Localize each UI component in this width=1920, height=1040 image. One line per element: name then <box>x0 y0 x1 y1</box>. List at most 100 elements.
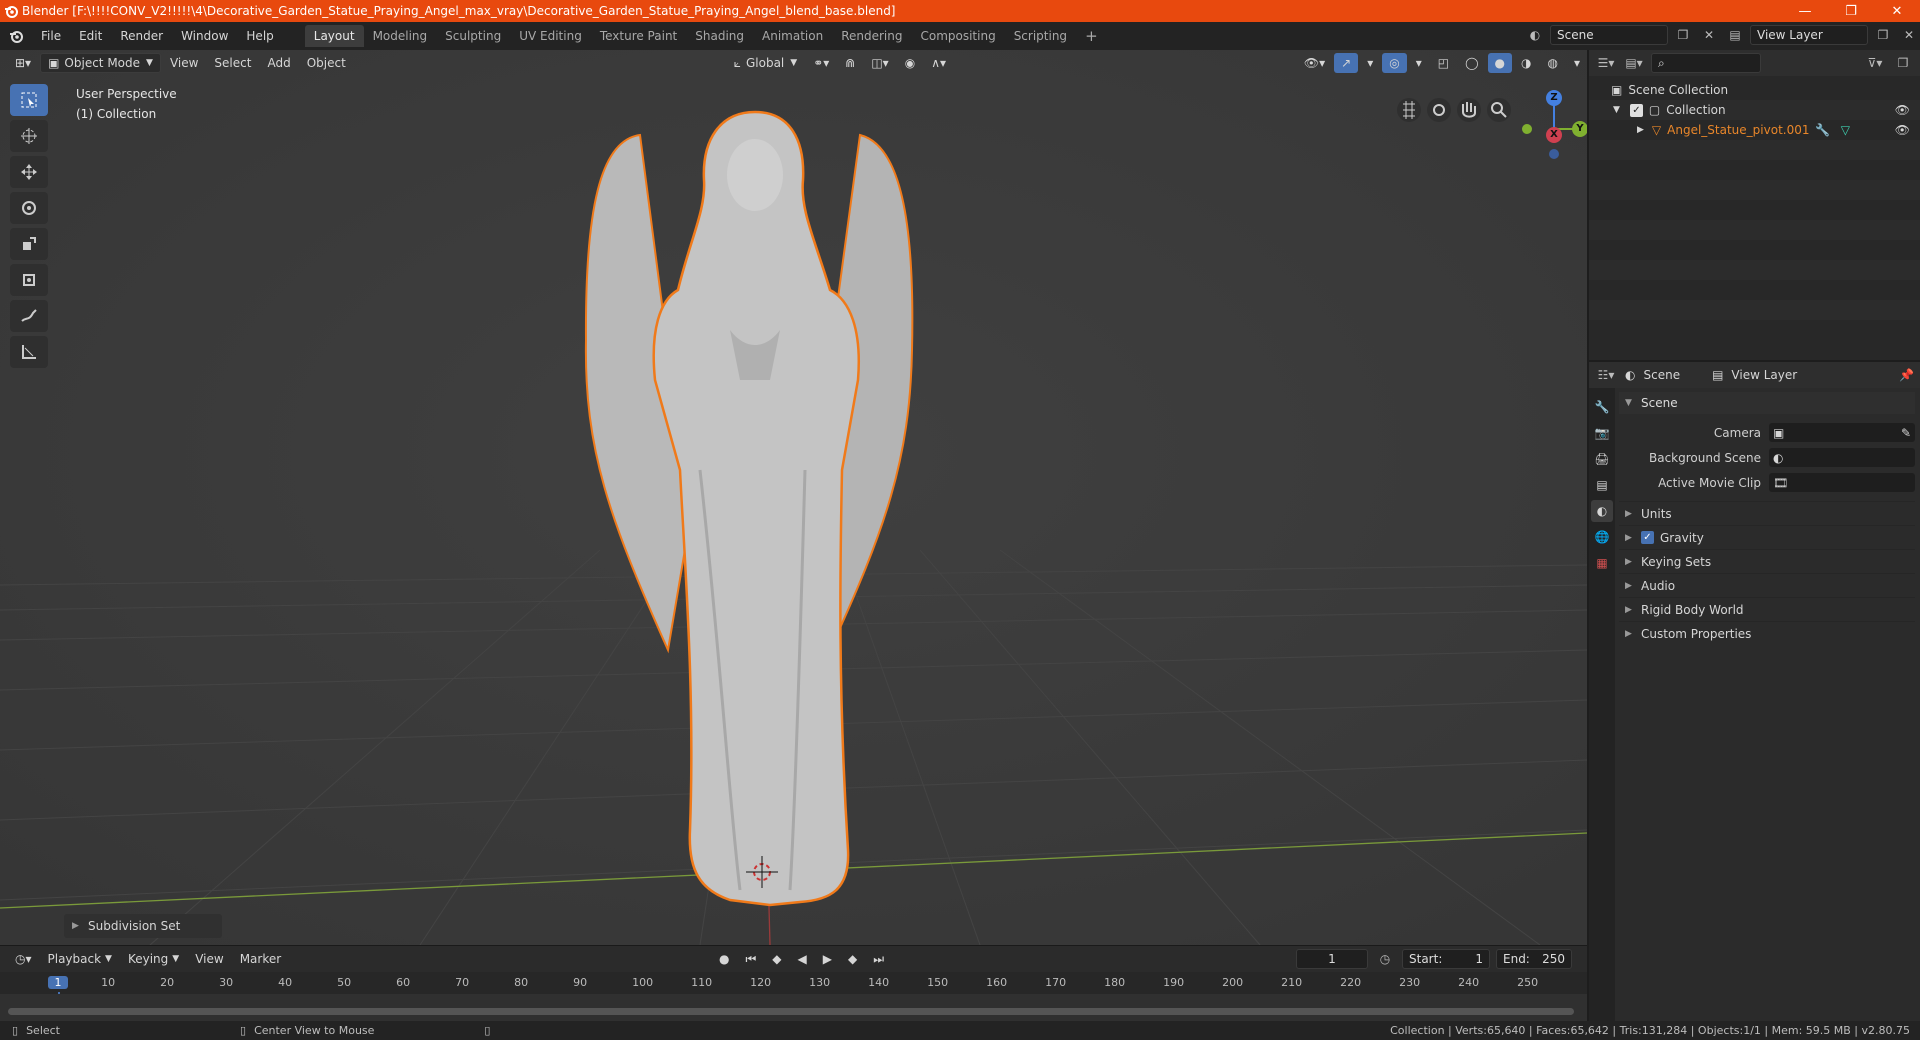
orientation-selector[interactable]: ⟀ Global ▼ <box>727 53 804 73</box>
end-frame-field[interactable]: End: 250 <box>1496 949 1572 969</box>
close-button[interactable]: ✕ <box>1874 0 1920 22</box>
jump-start-icon[interactable]: ⏮ <box>738 949 763 969</box>
filter-icon[interactable]: ⊽▾ <box>1864 53 1886 73</box>
jump-end-icon[interactable]: ⏭ <box>866 949 891 969</box>
new-collection-icon[interactable]: ❐ <box>1892 53 1914 73</box>
gizmo-menu-icon[interactable]: ▾ <box>1360 53 1380 73</box>
new-view-layer-icon[interactable]: ❐ <box>1872 25 1894 45</box>
transform-tool-icon[interactable] <box>10 264 48 296</box>
current-frame-marker[interactable]: 1 <box>48 976 68 989</box>
background-scene-field[interactable]: ◐ <box>1769 448 1915 467</box>
camera-field[interactable]: ▣ ✎ <box>1769 423 1915 442</box>
tab-rendering[interactable]: Rendering <box>832 25 911 47</box>
minimize-button[interactable]: — <box>1782 0 1828 22</box>
collection-checkbox[interactable]: ✓ <box>1629 103 1643 117</box>
gravity-panel[interactable]: ▶ ✓ Gravity <box>1619 525 1915 549</box>
cursor-tool-icon[interactable] <box>10 120 48 152</box>
new-scene-icon[interactable]: ❐ <box>1672 25 1694 45</box>
play-reverse-icon[interactable]: ◀ <box>791 949 814 969</box>
eye-icon[interactable]: 👁 <box>1895 123 1910 137</box>
select-box-tool-icon[interactable] <box>10 84 48 116</box>
eyedropper-icon[interactable]: ✎ <box>1901 426 1911 440</box>
scene-panel-header[interactable]: ▼ Scene <box>1619 392 1915 414</box>
wireframe-shading-icon[interactable]: ◯ <box>1458 53 1485 73</box>
view-layer-tab-icon[interactable]: ▤ <box>1591 474 1613 496</box>
menu-file[interactable]: File <box>32 25 70 47</box>
gizmo-y-axis[interactable]: Y <box>1572 121 1587 137</box>
world-tab-icon[interactable]: 🌐 <box>1591 526 1613 548</box>
3d-viewport[interactable]: ⊞▾ ▣ Object Mode ▼ View Select Add Objec… <box>0 50 1587 945</box>
menu-add[interactable]: Add <box>260 53 297 73</box>
snap-target-icon[interactable]: ◫▾ <box>864 53 895 73</box>
mode-selector[interactable]: ▣ Object Mode ▼ <box>40 53 161 73</box>
scene-type-icon[interactable]: ◐ <box>1524 25 1546 45</box>
gravity-checkbox[interactable]: ✓ <box>1641 531 1654 544</box>
keying-sets-panel[interactable]: ▶ Keying Sets <box>1619 549 1915 573</box>
play-icon[interactable]: ▶ <box>816 949 839 969</box>
menu-window[interactable]: Window <box>172 25 237 47</box>
timeline-ruler[interactable]: 1 10 20 30 40 50 60 70 80 90 100 110 120 130 140 150 160… <box>0 972 1587 1022</box>
texture-tab-icon[interactable]: ▦ <box>1591 552 1613 574</box>
tab-uv-editing[interactable]: UV Editing <box>510 25 591 47</box>
measure-tool-icon[interactable] <box>10 336 48 368</box>
shading-menu-icon[interactable]: ▾ <box>1567 53 1587 73</box>
solid-shading-icon[interactable]: ● <box>1487 53 1512 73</box>
active-movie-clip-field[interactable]: 🎞 <box>1769 473 1915 492</box>
move-tool-icon[interactable] <box>10 156 48 188</box>
tab-texture-paint[interactable]: Texture Paint <box>591 25 686 47</box>
menu-timeline-view[interactable]: View <box>188 949 230 969</box>
outliner-editor-type-icon[interactable]: ☰▾ <box>1595 53 1617 73</box>
mesh-data-icon[interactable]: ▽ <box>1841 123 1850 137</box>
xray-toggle-icon[interactable]: ◰ <box>1431 53 1456 73</box>
material-shading-icon[interactable]: ◑ <box>1514 53 1538 73</box>
menu-help[interactable]: Help <box>237 25 282 47</box>
record-icon[interactable]: ● <box>712 949 736 969</box>
properties-editor-type-icon[interactable]: ☷▾ <box>1595 365 1617 385</box>
tab-shading[interactable]: Shading <box>686 25 753 47</box>
view-layer-type-icon[interactable]: ▤ <box>1724 25 1746 45</box>
menu-playback[interactable]: Playback ▼ <box>41 949 119 969</box>
add-workspace-button[interactable]: + <box>1076 25 1107 47</box>
gizmo-toggle-icon[interactable]: ↗ <box>1334 53 1359 73</box>
delete-view-layer-icon[interactable]: ✕ <box>1898 25 1920 45</box>
jump-keyframe-forward-icon[interactable]: ◆ <box>841 949 864 969</box>
rigid-body-world-panel[interactable]: ▶ Rigid Body World <box>1619 597 1915 621</box>
scale-tool-icon[interactable] <box>10 228 48 260</box>
output-tab-icon[interactable]: 🖨 <box>1591 448 1613 470</box>
eye-icon[interactable]: 👁 <box>1895 103 1910 117</box>
current-frame-field[interactable]: 1 <box>1296 949 1368 969</box>
tab-layout[interactable]: Layout <box>304 25 364 47</box>
expand-triangle-icon[interactable]: ▶ <box>1637 125 1644 135</box>
pin-icon[interactable]: 📌 <box>1899 368 1914 382</box>
custom-properties-panel[interactable]: ▶ Custom Properties <box>1619 621 1915 645</box>
scene-selector[interactable]: Scene <box>1550 25 1668 45</box>
expand-triangle-icon[interactable]: ▼ <box>1613 105 1620 115</box>
tab-compositing[interactable]: Compositing <box>911 25 1004 47</box>
overlays-toggle-icon[interactable]: ◎ <box>1382 53 1407 73</box>
gizmo-x-axis[interactable]: X <box>1546 127 1562 143</box>
outliner-row-scene-collection[interactable]: ▣ Scene Collection <box>1589 80 1920 100</box>
jump-keyframe-back-icon[interactable]: ◆ <box>765 949 788 969</box>
tab-modeling[interactable]: Modeling <box>364 25 437 47</box>
use-preview-range-icon[interactable]: ◷ <box>1374 949 1396 969</box>
menu-edit[interactable]: Edit <box>70 25 111 47</box>
maximize-button[interactable]: ❐ <box>1828 0 1874 22</box>
tab-scripting[interactable]: Scripting <box>1005 25 1076 47</box>
scene-tab-icon[interactable]: ◐ <box>1591 500 1613 522</box>
display-mode-icon[interactable]: ▤▾ <box>1623 53 1645 73</box>
menu-keying[interactable]: Keying ▼ <box>121 949 186 969</box>
pivot-point-icon[interactable]: ⚭▾ <box>806 53 836 73</box>
audio-panel[interactable]: ▶ Audio <box>1619 573 1915 597</box>
snap-icon[interactable]: ⋒ <box>838 53 862 73</box>
visibility-icon[interactable]: 👁▾ <box>1297 53 1332 73</box>
rotate-tool-icon[interactable] <box>10 192 48 224</box>
modifier-wrench-icon[interactable]: 🔧 <box>1815 123 1830 137</box>
delete-scene-icon[interactable]: ✕ <box>1698 25 1720 45</box>
timeline-track[interactable] <box>0 994 1587 1022</box>
start-frame-field[interactable]: Start: 1 <box>1402 949 1490 969</box>
falloff-icon[interactable]: ∧▾ <box>924 53 953 73</box>
last-operator-panel[interactable]: ▶ Subdivision Set <box>64 914 222 938</box>
timeline-scrollbar[interactable] <box>8 1008 1574 1015</box>
breadcrumb-scene[interactable]: Scene <box>1643 368 1680 382</box>
outliner-row-collection[interactable]: ▼ ✓ ▢ Collection 👁 <box>1589 100 1920 120</box>
